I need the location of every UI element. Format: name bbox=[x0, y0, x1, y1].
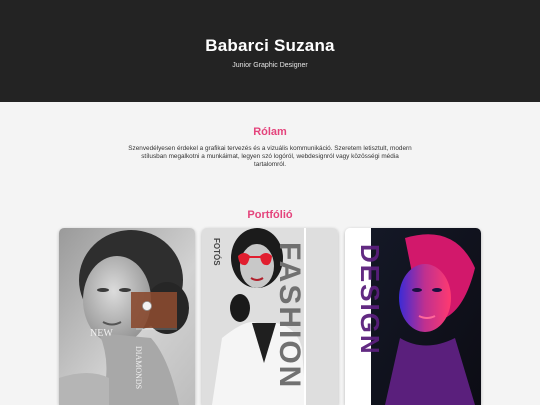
earring-box bbox=[131, 292, 177, 328]
portfolio-heading: Portfólió bbox=[247, 209, 293, 221]
new-label: NEW bbox=[90, 328, 113, 339]
diamonds-artwork: NEW DIAMONDS bbox=[59, 228, 195, 405]
design-label: DESIGN bbox=[355, 244, 385, 356]
about-heading: Rólam bbox=[253, 126, 287, 138]
diamonds-label: DIAMONDS bbox=[134, 346, 143, 389]
design-artwork: DESIGN bbox=[345, 228, 481, 405]
site-subtitle: Junior Graphic Designer bbox=[232, 62, 308, 69]
fashion-label: FASHION bbox=[273, 242, 306, 389]
fashion-artwork: FASHION FOTÓS bbox=[202, 228, 338, 405]
site-header: Babarci Suzana Junior Graphic Designer bbox=[0, 0, 540, 102]
portfolio-card-design[interactable]: DESIGN bbox=[345, 228, 481, 405]
portfolio-card-fashion[interactable]: FASHION FOTÓS bbox=[202, 228, 338, 405]
portfolio-card-diamonds[interactable]: NEW DIAMONDS bbox=[59, 228, 195, 405]
photo-label: FOTÓS bbox=[212, 238, 221, 266]
about-paragraph: Szenvedélyesen érdekel a grafikai tervez… bbox=[128, 145, 412, 169]
diamond-icon bbox=[142, 301, 152, 311]
site-title: Babarci Suzana bbox=[205, 36, 335, 55]
